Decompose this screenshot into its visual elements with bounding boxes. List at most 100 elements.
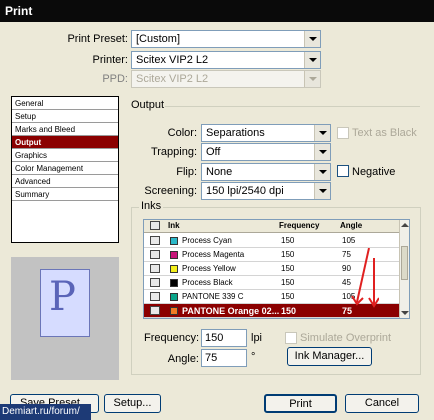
angle-unit: ° [251, 351, 256, 363]
window-title: Print [5, 4, 33, 18]
print-button[interactable]: Print [264, 394, 337, 413]
table-row[interactable]: Process Cyan 150 105 [144, 234, 401, 248]
frequency-label: Frequency: [143, 332, 199, 344]
cancel-button[interactable]: Cancel [345, 394, 419, 413]
chevron-down-icon [304, 31, 320, 47]
ppd-value: Scitex VIP2 L2 [136, 73, 209, 85]
sidebar-nav: General Setup Marks and Bleed Output Gra… [11, 96, 119, 243]
text-as-black-checkbox[interactable] [337, 127, 349, 139]
sidebar-item-setup[interactable]: Setup [12, 110, 118, 123]
printer-icon[interactable] [150, 292, 160, 301]
ink-name: Process Cyan [182, 236, 232, 245]
color-label: Color: [167, 127, 197, 139]
header-ink: Ink [168, 221, 180, 230]
frequency-value: 150 [205, 332, 224, 344]
ink-frequency: 150 [281, 292, 295, 301]
inks-table: Ink Frequency Angle Process Cyan 150 105… [143, 219, 410, 319]
watermark-label: Demiart.ru/forum/ [0, 404, 91, 420]
trapping-select[interactable]: Off [201, 143, 331, 161]
simulate-overprint-label: Simulate Overprint [300, 332, 392, 344]
swatch-icon [170, 265, 178, 273]
scroll-up-icon[interactable] [401, 223, 409, 227]
negative-label: Negative [352, 166, 396, 178]
printer-label: Printer: [92, 54, 128, 66]
printer-icon[interactable] [150, 236, 160, 245]
annotation-arrow-line [356, 248, 370, 303]
ink-frequency: 150 [281, 306, 297, 316]
section-divider [165, 106, 420, 107]
chevron-down-icon [314, 125, 330, 141]
screening-value: 150 lpi/2540 dpi [206, 185, 284, 197]
swatch-icon [170, 307, 178, 315]
printer-icon[interactable] [150, 278, 160, 287]
flip-select[interactable]: None [201, 163, 331, 181]
printer-select[interactable]: Scitex VIP2 L2 [131, 51, 321, 69]
chevron-down-icon [314, 144, 330, 160]
chevron-down-icon [304, 71, 320, 87]
ink-name: Process Yellow [182, 264, 236, 273]
preview-page: P [40, 269, 90, 337]
screening-label: Screening: [144, 185, 197, 197]
trapping-value: Off [206, 146, 221, 158]
printer-icon[interactable] [150, 306, 160, 315]
ink-name: Process Black [182, 278, 233, 287]
screening-select[interactable]: 150 lpi/2540 dpi [201, 182, 331, 200]
print-preset-select[interactable]: [Custom] [131, 30, 321, 48]
simulate-overprint-checkbox[interactable] [285, 332, 297, 344]
flip-label: Flip: [176, 166, 197, 178]
color-select[interactable]: Separations [201, 124, 331, 142]
ink-angle: 105 [342, 236, 356, 245]
sidebar-item-output[interactable]: Output [12, 136, 118, 149]
angle-value: 75 [205, 352, 218, 364]
printer-value: Scitex VIP2 L2 [136, 54, 209, 66]
ink-name: Process Magenta [182, 250, 245, 259]
header-angle: Angle [340, 221, 363, 230]
chevron-down-icon [314, 164, 330, 180]
printer-icon [150, 221, 160, 230]
color-value: Separations [206, 127, 265, 139]
sidebar-item-marks-and-bleed[interactable]: Marks and Bleed [12, 123, 118, 136]
ink-manager-button[interactable]: Ink Manager... [287, 347, 372, 366]
scroll-thumb[interactable] [401, 246, 408, 280]
print-preset-value: [Custom] [136, 33, 181, 45]
frequency-input[interactable]: 150 [201, 329, 247, 347]
swatch-icon [170, 237, 178, 245]
sidebar-item-general[interactable]: General [12, 97, 118, 110]
output-section-title: Output [131, 99, 165, 111]
flip-value: None [206, 166, 233, 178]
header-frequency: Frequency [279, 221, 320, 230]
printer-icon[interactable] [150, 264, 160, 273]
setup-button[interactable]: Setup... [104, 394, 161, 413]
chevron-down-icon [304, 52, 320, 68]
ppd-label: PPD: [102, 73, 128, 85]
negative-checkbox[interactable] [337, 165, 349, 177]
inks-group-title: Inks [139, 200, 164, 212]
ink-frequency: 150 [281, 264, 295, 273]
preview-letter: P [49, 274, 76, 320]
angle-label: Angle: [167, 353, 199, 365]
print-preview: P [11, 257, 119, 380]
title-bar: Print [0, 0, 434, 22]
printer-icon[interactable] [150, 250, 160, 259]
sidebar-item-color-management[interactable]: Color Management [12, 162, 118, 175]
print-preset-label: Print Preset: [67, 33, 128, 45]
ppd-select: Scitex VIP2 L2 [131, 70, 321, 88]
trapping-label: Trapping: [150, 146, 197, 158]
angle-input[interactable]: 75 [201, 349, 247, 367]
annotation-arrows [351, 248, 379, 308]
swatch-icon [170, 279, 178, 287]
ink-frequency: 150 [281, 278, 295, 287]
sidebar-item-graphics[interactable]: Graphics [12, 149, 118, 162]
swatch-icon [170, 293, 178, 301]
frequency-unit: lpi [251, 332, 263, 344]
inks-scrollbar[interactable] [399, 220, 409, 318]
inks-table-header: Ink Frequency Angle [144, 220, 401, 233]
sidebar-item-advanced[interactable]: Advanced [12, 175, 118, 188]
text-as-black-label: Text as Black [352, 127, 417, 139]
scroll-down-icon[interactable] [401, 311, 409, 315]
ink-name: PANTONE 339 C [182, 292, 244, 301]
swatch-icon [170, 251, 178, 259]
sidebar-item-summary[interactable]: Summary [12, 188, 118, 201]
ink-frequency: 150 [281, 250, 295, 259]
ink-frequency: 150 [281, 236, 295, 245]
